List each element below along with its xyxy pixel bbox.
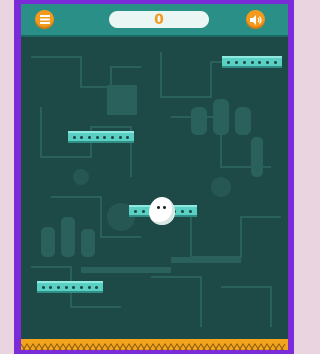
sound-button[interactable]	[246, 10, 265, 29]
platform	[222, 56, 282, 68]
spike-floor	[21, 339, 288, 350]
hamburger-menu-icon	[39, 15, 50, 24]
game-area[interactable]: 0	[21, 4, 288, 350]
platform	[68, 131, 134, 143]
player-egg	[149, 197, 175, 225]
factory-background	[31, 52, 281, 327]
spike-pattern	[21, 343, 286, 350]
platform	[37, 281, 103, 293]
top-bar: 0	[21, 4, 288, 37]
egg-eye	[163, 206, 166, 209]
speaker-icon	[249, 14, 262, 25]
egg-eye	[157, 206, 160, 209]
score-value: 0	[154, 11, 164, 28]
score-display: 0	[109, 11, 209, 28]
menu-button[interactable]	[35, 10, 54, 29]
